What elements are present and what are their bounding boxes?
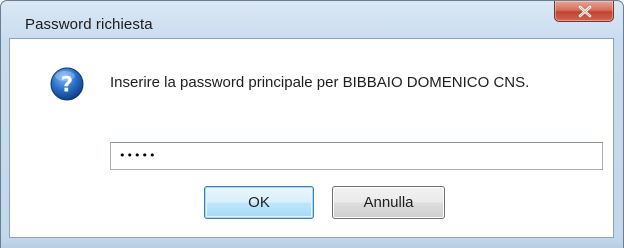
title-bar[interactable]: Password richiesta — [1, 1, 623, 39]
password-prompt-text: Inserire la password principale per BIBB… — [110, 74, 530, 91]
close-icon — [578, 5, 592, 18]
window-bottom-frame — [1, 238, 623, 248]
ok-button[interactable]: OK — [204, 186, 314, 219]
close-button[interactable] — [554, 1, 614, 22]
question-icon: ? — [50, 67, 84, 101]
window-title: Password richiesta — [25, 16, 153, 33]
dialog-body: ? Inserire la password principale per BI… — [9, 38, 614, 238]
password-input[interactable]: ••••• — [110, 142, 603, 170]
cancel-button[interactable]: Annulla — [332, 186, 445, 219]
svg-text:?: ? — [61, 73, 73, 97]
password-masked-value: ••••• — [119, 149, 157, 162]
password-dialog-window: Password richiesta ? Inserire la passwor… — [0, 0, 624, 248]
